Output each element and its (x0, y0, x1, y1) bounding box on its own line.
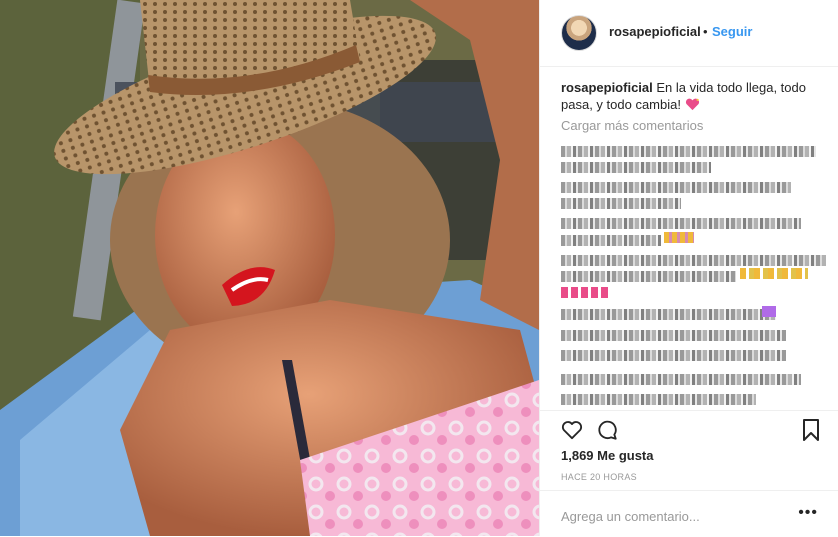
more-options-icon[interactable]: ••• (798, 504, 818, 522)
sparkling-heart-icon (685, 98, 699, 111)
obscured-comment (561, 394, 756, 405)
heart-outline-icon[interactable] (561, 420, 583, 440)
add-comment-bar: ••• (540, 490, 838, 537)
obscured-comment (561, 330, 786, 341)
action-bar (540, 410, 838, 451)
obscured-comment (561, 182, 791, 193)
obscured-emoji (561, 287, 611, 298)
bookmark-icon[interactable] (802, 419, 820, 441)
username-link[interactable]: rosapepioficial (609, 24, 701, 39)
follow-button[interactable]: Seguir (712, 24, 752, 39)
post-sidebar: rosapepioficial • Seguir rosapepioficial… (539, 0, 838, 536)
obscured-comment (561, 146, 816, 157)
photo-illustration (0, 0, 539, 536)
obscured-comment (561, 255, 826, 266)
obscured-emoji (664, 232, 694, 243)
obscured-comment (561, 309, 776, 320)
obscured-comment (561, 350, 786, 361)
obscured-comment (561, 162, 711, 173)
instagram-post: rosapepioficial • Seguir rosapepioficial… (0, 0, 838, 536)
obscured-comment (561, 271, 736, 282)
obscured-emoji (740, 268, 808, 279)
obscured-comment (561, 198, 681, 209)
likes-count[interactable]: 1,869 Me gusta (561, 448, 654, 463)
avatar[interactable] (561, 15, 597, 51)
caption-username[interactable]: rosapepioficial (561, 80, 653, 95)
post-header: rosapepioficial • Seguir (540, 0, 838, 67)
post-photo[interactable] (0, 0, 539, 536)
caption: rosapepioficial En la vida todo llega, t… (561, 79, 823, 113)
load-more-comments[interactable]: Cargar más comentarios (561, 118, 703, 133)
separator-dot: • (703, 24, 708, 39)
obscured-comment (561, 374, 801, 385)
obscured-comment (561, 235, 661, 246)
obscured-emoji (762, 306, 776, 317)
post-timestamp[interactable]: HACE 20 HORAS (561, 472, 637, 482)
obscured-comment (561, 218, 801, 229)
comment-bubble-icon[interactable] (596, 419, 618, 441)
comment-input[interactable] (561, 507, 791, 525)
